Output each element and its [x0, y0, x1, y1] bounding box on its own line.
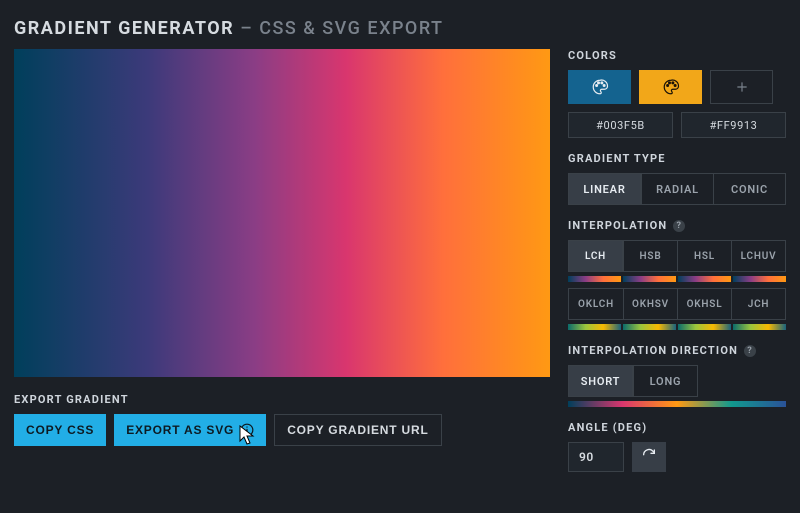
colors-label: COLORS — [568, 49, 786, 62]
interp-lch[interactable]: LCH — [569, 241, 623, 271]
color-swatch-2[interactable] — [639, 70, 702, 104]
angle-rotate-button[interactable] — [632, 442, 666, 472]
page-title: GRADIENT GENERATOR – CSS & SVG EXPORT — [0, 0, 800, 49]
interpolation-direction-label: INTERPOLATION DIRECTION — [568, 344, 738, 357]
interp-okhsl[interactable]: OKHSL — [677, 289, 731, 319]
angle-label: ANGLE (DEG) — [568, 421, 786, 434]
hex-input-1[interactable]: #003F5B — [568, 112, 673, 138]
plus-icon — [735, 80, 749, 94]
interp-okhsv[interactable]: OKHSV — [623, 289, 677, 319]
add-color-button[interactable] — [710, 70, 773, 104]
dir-long[interactable]: LONG — [633, 366, 697, 396]
title-sep: – — [240, 18, 253, 39]
palette-icon — [591, 78, 609, 96]
type-linear[interactable]: LINEAR — [569, 174, 641, 204]
copy-css-label: COPY CSS — [26, 423, 94, 437]
interpolation-label: INTERPOLATION — [568, 219, 667, 232]
export-label: EXPORT GRADIENT — [14, 393, 550, 406]
direction-preview — [568, 401, 786, 407]
rotate-icon — [641, 448, 657, 467]
gradient-type-label: GRADIENT TYPE — [568, 152, 786, 165]
interp-previews-row1 — [568, 276, 786, 282]
export-svg-label: EXPORT AS SVG — [126, 423, 234, 437]
info-icon — [240, 423, 254, 437]
interp-hsb[interactable]: HSB — [623, 241, 677, 271]
color-swatch-1[interactable] — [568, 70, 631, 104]
palette-icon — [662, 78, 680, 96]
hex-input-2[interactable]: #FF9913 — [681, 112, 786, 138]
angle-input[interactable]: 90 — [568, 442, 624, 472]
gradient-type-toggle: LINEAR RADIAL CONIC — [568, 173, 786, 205]
copy-url-label: COPY GRADIENT URL — [287, 423, 428, 437]
export-svg-button[interactable]: EXPORT AS SVG — [114, 414, 266, 446]
copy-css-button[interactable]: COPY CSS — [14, 414, 106, 446]
copy-url-button[interactable]: COPY GRADIENT URL — [274, 414, 441, 446]
interp-lchuv[interactable]: LCHUV — [731, 241, 785, 271]
type-radial[interactable]: RADIAL — [641, 174, 713, 204]
interp-previews-row2 — [568, 324, 786, 330]
interp-hsl[interactable]: HSL — [677, 241, 731, 271]
interp-jch[interactable]: JCH — [731, 289, 785, 319]
interpolation-grid: LCH HSB HSL LCHUV — [568, 240, 786, 272]
direction-toggle: SHORT LONG — [568, 365, 698, 397]
type-conic[interactable]: CONIC — [713, 174, 785, 204]
help-icon[interactable]: ? — [744, 345, 756, 357]
title-main: GRADIENT GENERATOR — [14, 18, 234, 39]
dir-short[interactable]: SHORT — [569, 366, 633, 396]
help-icon[interactable]: ? — [673, 220, 685, 232]
gradient-preview — [14, 49, 550, 377]
interp-oklch[interactable]: OKLCH — [569, 289, 623, 319]
title-sub: CSS & SVG EXPORT — [259, 18, 443, 39]
